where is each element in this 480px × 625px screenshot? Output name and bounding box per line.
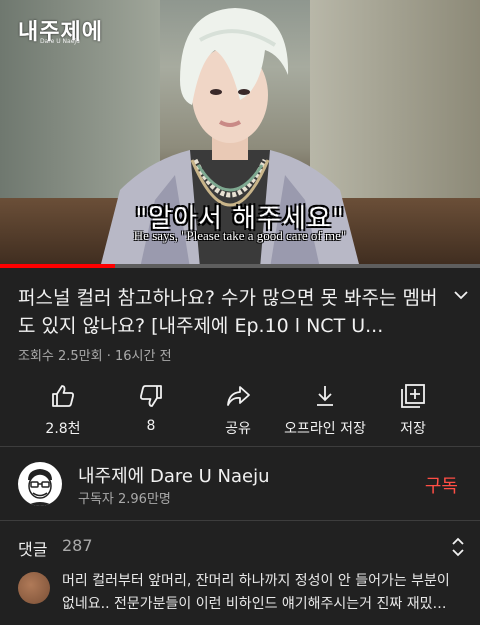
video-subtitle-english: He says, "Please take a good care of me" [133,228,347,243]
thumbs-down-icon [140,385,162,407]
divider [0,520,480,521]
video-progress-bar[interactable] [0,264,480,268]
video-progress-fill [0,264,116,268]
cartoon-face-icon [26,469,54,506]
channel-logo-subtext: Dare U Naeju [40,38,80,45]
save-label: 저장 [400,421,426,437]
download-icon [317,386,333,406]
save-playlist-icon [401,384,425,408]
commenter-avatar[interactable] [18,572,50,604]
chevron-down-icon[interactable] [452,286,470,304]
action-bar: 2.8천 8 공유 오프라인 저장 저장 [0,378,480,438]
share-icon [227,386,250,406]
top-comment-text[interactable]: 머리 컬러부터 앞머리, 잔머리 하나까지 정성이 안 들어가는 부분이 없네요… [62,570,462,616]
channel-subscriber-count: 구독자 2.96만명 [78,492,171,507]
subscribe-button[interactable]: 구독 [425,472,458,498]
video-meta: 조회수 2.5만회 · 16시간 전 [18,349,172,364]
video-player[interactable]: 내주제에 Dare U Naeju "알아서 해주세요" He says, "P… [0,0,480,268]
comments-label[interactable]: 댓글 [18,536,47,560]
video-title[interactable]: 퍼스널 컬러 참고하나요? 수가 많으면 못 봐주는 멤버도 있지 않나요? [… [18,284,438,340]
expand-collapse-icon[interactable] [448,536,468,558]
thumbs-up-icon [52,385,74,407]
channel-avatar[interactable] [18,462,62,506]
channel-name[interactable]: 내주제에 Dare U Naeju [78,462,270,488]
comments-count: 287 [62,536,93,555]
save-button[interactable]: 저장 [358,378,468,438]
divider [0,446,480,447]
